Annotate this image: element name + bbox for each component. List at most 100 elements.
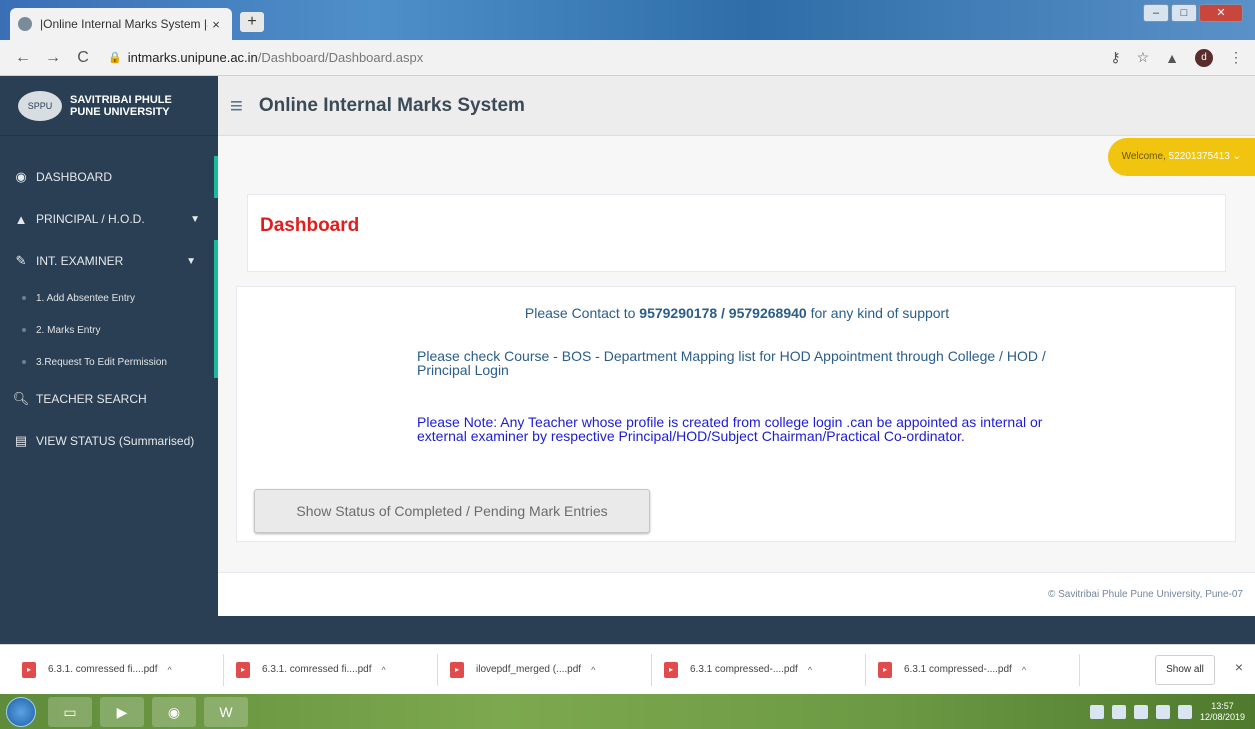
tab-close-icon[interactable]: × (208, 17, 224, 32)
url-path: /Dashboard/Dashboard.aspx (257, 50, 424, 65)
chevron-down-icon: ▼ (186, 255, 196, 267)
browser-tab[interactable]: |Online Internal Marks System |S × (10, 8, 232, 40)
mapping-notice: Please check Course - BOS - Department M… (417, 348, 1046, 378)
tray-app-icon[interactable] (1089, 704, 1104, 719)
flag-icon[interactable] (1133, 704, 1148, 719)
main-content: Welcome, 52201375413 ⌄ Dashboard Please … (218, 136, 1255, 644)
maximize-button[interactable]: □ (1171, 4, 1197, 22)
top-header: ≡ Online Internal Marks System (218, 76, 1255, 136)
start-button-icon[interactable] (6, 696, 36, 727)
download-item[interactable]: ▸ ilovepdf_merged (....pdf ^ (444, 653, 652, 686)
app-title: Online Internal Marks System (258, 94, 525, 116)
downloads-bar: ▸ 6.3.1. comressed fi....pdf ^ ▸ 6.3.1. … (0, 644, 1255, 694)
sidebar-item-dashboard[interactable]: ◉ DASHBOARD (0, 156, 218, 198)
sidebar-item-label: TEACHER SEARCH (36, 392, 147, 406)
minimize-button[interactable]: – (1143, 4, 1169, 22)
lock-icon: 🔒 (108, 52, 122, 64)
pdf-file-icon: ▸ (450, 661, 464, 678)
int-examiner-submenu: 1. Add Absentee Entry 2. Marks Entry 3.R… (0, 282, 218, 378)
sidebar-item-label: VIEW STATUS (Summarised) (36, 434, 195, 448)
browser-tabstrip: |Online Internal Marks System |S × + – □… (0, 0, 1255, 40)
download-filename: 6.3.1. comressed fi....pdf (262, 664, 372, 675)
support-prefix: Please Contact to (524, 305, 636, 321)
brand[interactable]: SPPU SAVITRIBAI PHULE PUNE UNIVERSITY (0, 76, 218, 136)
hamburger-menu-icon[interactable]: ≡ (230, 93, 243, 119)
star-icon[interactable]: ☆ (1137, 49, 1150, 66)
pdf-file-icon: ▸ (22, 661, 36, 678)
submenu-marks-entry[interactable]: 2. Marks Entry (0, 314, 214, 346)
chevron-up-icon[interactable]: ^ (591, 665, 595, 675)
chevron-up-icon[interactable]: ^ (382, 665, 386, 675)
browser-toolbar: ← → C 🔒 intmarks.unipune.ac.in /Dashboar… (0, 40, 1255, 76)
chevron-up-icon[interactable]: ^ (168, 665, 172, 675)
submenu-label: 2. Marks Entry (36, 324, 101, 336)
sidebar-item-label: INT. EXAMINER (36, 254, 124, 268)
chevron-down-icon: ⌄ (1232, 151, 1241, 162)
brand-text: SAVITRIBAI PHULE PUNE UNIVERSITY (70, 94, 172, 118)
close-downloads-icon[interactable]: × (1235, 659, 1243, 675)
tray-app-icon[interactable] (1111, 704, 1126, 719)
address-bar[interactable]: 🔒 intmarks.unipune.ac.in /Dashboard/Dash… (108, 50, 423, 65)
user-id: 52201375413 (1168, 151, 1230, 162)
table-icon: ▤ (14, 433, 28, 448)
network-icon[interactable] (1155, 704, 1170, 719)
copyright-text: © Savitribai Phule Pune University, Pune… (1047, 589, 1243, 600)
clock-time: 13:57 (1211, 700, 1234, 711)
bullet-icon (22, 328, 26, 332)
download-filename: 6.3.1. comressed fi....pdf (48, 664, 158, 675)
forward-icon[interactable]: → (42, 49, 64, 67)
chevron-down-icon: ▼ (190, 213, 200, 225)
download-item[interactable]: ▸ 6.3.1 compressed-....pdf ^ (658, 653, 866, 686)
info-panel: Please Contact to 9579290178 / 957926894… (236, 286, 1236, 542)
user-icon: ▲ (14, 211, 28, 227)
support-contact-text: Please Contact to 9579290178 / 957926894… (237, 305, 1237, 321)
download-item[interactable]: ▸ 6.3.1. comressed fi....pdf ^ (230, 653, 438, 686)
pdf-file-icon: ▸ (664, 661, 678, 678)
download-filename: ilovepdf_merged (....pdf (476, 664, 582, 675)
sidebar-item-label: DASHBOARD (36, 170, 113, 184)
window-controls: – □ ✕ (1143, 4, 1243, 22)
dashboard-header-card: Dashboard (247, 194, 1226, 272)
chrome-icon[interactable]: ◉ (152, 696, 196, 727)
show-status-button[interactable]: Show Status of Completed / Pending Mark … (254, 489, 650, 533)
sidebar-item-teacher-search[interactable]: 🔍︎ TEACHER SEARCH (0, 378, 218, 420)
support-phones: 9579290178 / 9579268940 (639, 305, 807, 321)
url-host: intmarks.unipune.ac.in (127, 50, 258, 65)
brand-line-2: PUNE UNIVERSITY (70, 105, 170, 118)
system-tray: 13:57 12/08/2019 (1089, 701, 1255, 723)
file-explorer-icon[interactable]: ▭ (48, 696, 92, 727)
media-player-icon[interactable]: ▶ (100, 696, 144, 727)
page-title: Dashboard (260, 215, 360, 236)
word-icon[interactable]: W (204, 696, 248, 727)
teacher-appointment-note: Please Note: Any Teacher whose profile i… (417, 414, 1043, 444)
welcome-user-dropdown[interactable]: Welcome, 52201375413 ⌄ (1107, 138, 1255, 176)
os-taskbar: ▭ ▶ ◉ W 13:57 12/08/2019 (0, 694, 1255, 729)
volume-icon[interactable] (1177, 704, 1192, 719)
toolbar-actions: ⚷ ☆ ▲ d ⋮ (1110, 48, 1243, 67)
reload-icon[interactable]: C (72, 49, 94, 67)
university-logo-icon: SPPU (18, 90, 62, 121)
sidebar-item-principal-hod[interactable]: ▲ PRINCIPAL / H.O.D. ▼ (0, 198, 218, 240)
search-icon: 🔍︎ (12, 391, 30, 406)
sidebar-item-view-status[interactable]: ▤ VIEW STATUS (Summarised) (0, 420, 218, 462)
pdf-file-icon: ▸ (236, 661, 250, 678)
bullet-icon (22, 296, 26, 300)
clock[interactable]: 13:57 12/08/2019 (1200, 701, 1245, 723)
download-item[interactable]: ▸ 6.3.1 compressed-....pdf ^ (872, 653, 1080, 686)
profile-avatar-icon[interactable]: d (1195, 48, 1213, 67)
submenu-request-edit-permission[interactable]: 3.Request To Edit Permission (0, 346, 214, 378)
extension-icon[interactable]: ▲ (1165, 50, 1179, 66)
new-tab-button[interactable]: + (240, 12, 264, 32)
chevron-up-icon[interactable]: ^ (1022, 665, 1026, 675)
download-item[interactable]: ▸ 6.3.1. comressed fi....pdf ^ (16, 653, 224, 686)
back-icon[interactable]: ← (12, 49, 34, 67)
menu-icon[interactable]: ⋮ (1229, 49, 1243, 66)
welcome-label: Welcome, (1121, 151, 1166, 162)
chevron-up-icon[interactable]: ^ (808, 665, 812, 675)
sidebar-item-int-examiner[interactable]: ✎ INT. EXAMINER ▼ (0, 240, 218, 282)
submenu-add-absentee-entry[interactable]: 1. Add Absentee Entry (0, 282, 214, 314)
edit-icon: ✎ (15, 253, 27, 268)
window-close-button[interactable]: ✕ (1199, 4, 1243, 22)
show-all-downloads-button[interactable]: Show all (1155, 655, 1215, 685)
key-icon[interactable]: ⚷ (1110, 49, 1120, 66)
